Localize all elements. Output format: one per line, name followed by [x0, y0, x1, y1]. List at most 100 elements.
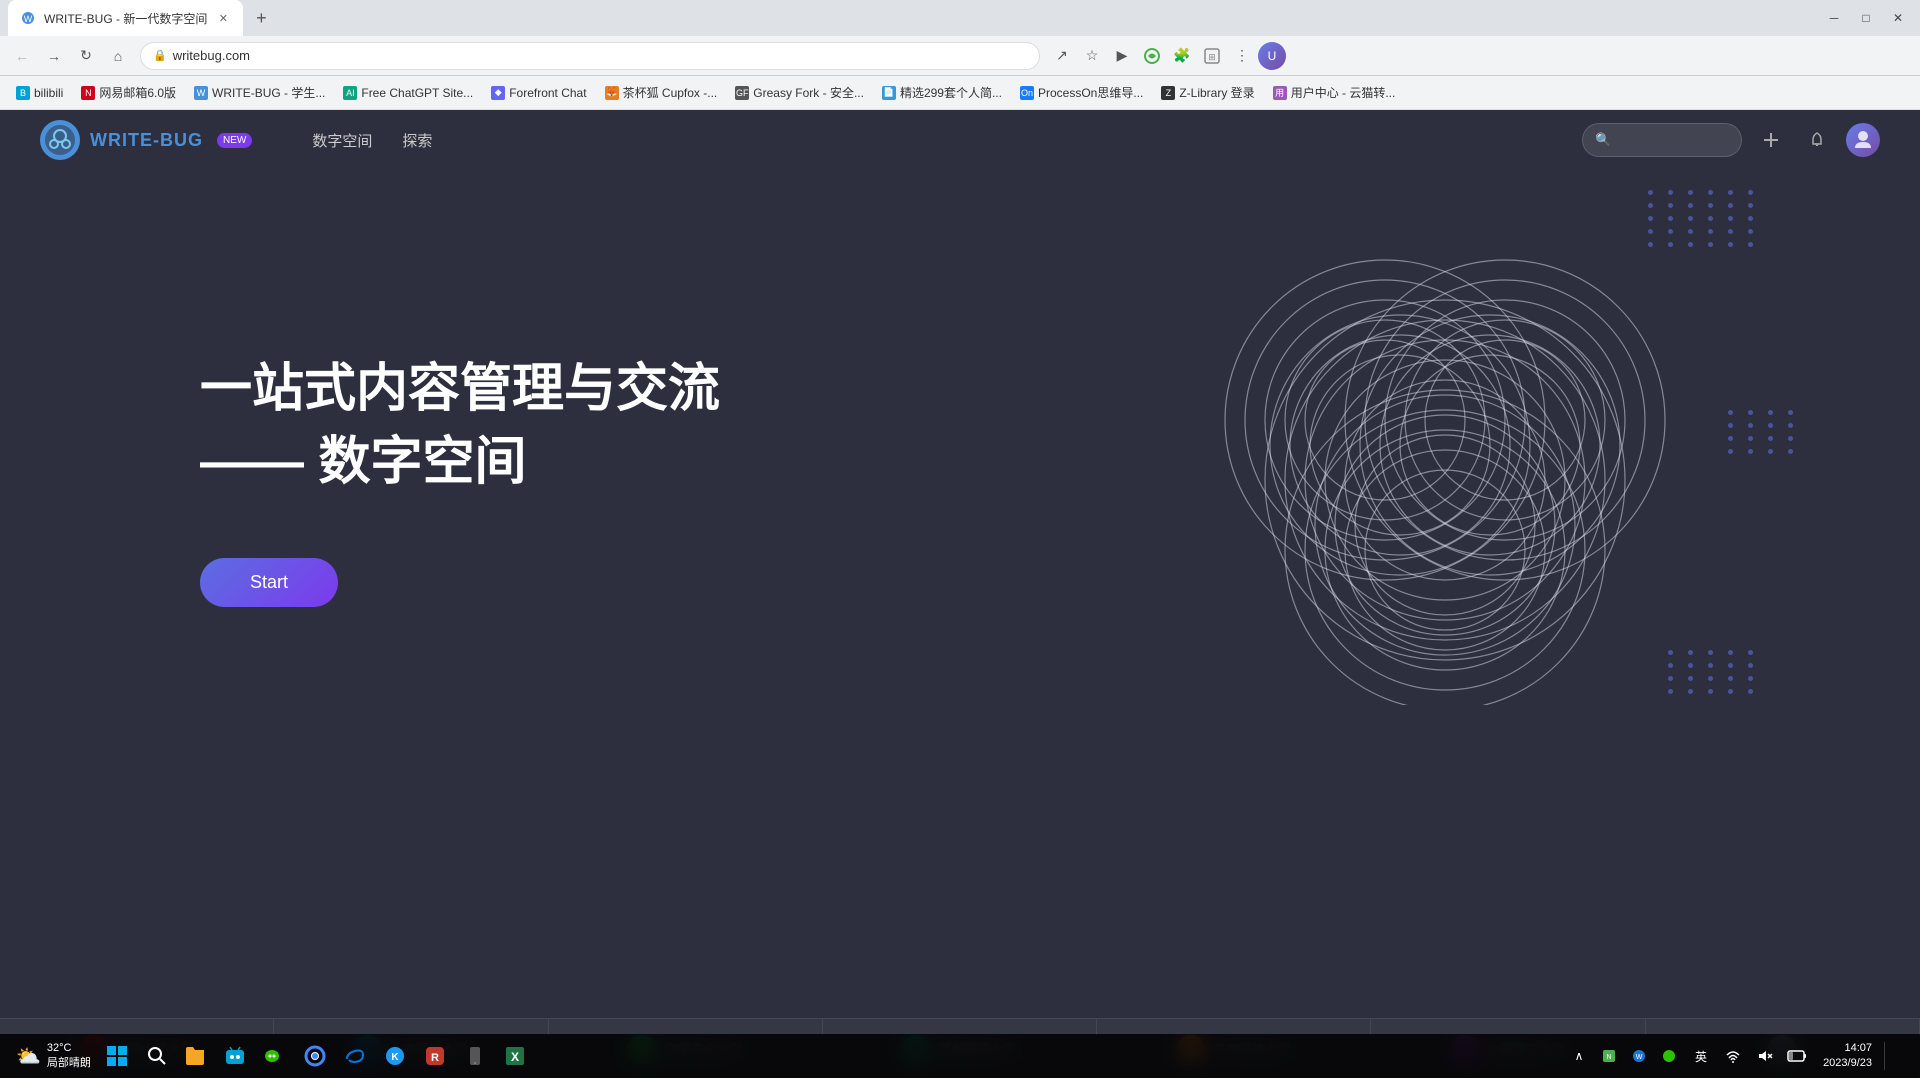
language-indicator[interactable]: 英	[1687, 1042, 1715, 1070]
extension-puzzle-icon[interactable]: 🧩	[1168, 42, 1196, 70]
bookmark-cupfox[interactable]: 🦊 茶杯狐 Cupfox -...	[597, 80, 726, 105]
browser-tab-active[interactable]: W WRITE-BUG - 新一代数字空间 ✕	[8, 0, 243, 36]
reload-button[interactable]: ↻	[72, 42, 100, 70]
address-bar[interactable]: 🔒 writebug.com	[140, 42, 1040, 70]
new-tab-button[interactable]: +	[247, 4, 275, 32]
chatgpt-icon: AI	[343, 86, 357, 100]
search-icon: 🔍	[1595, 132, 1611, 148]
bookmark-writebug[interactable]: W WRITE-BUG - 学生...	[186, 80, 333, 105]
taskbar-right: ∧ N W 英 14:07 2023/9/23	[1565, 1041, 1912, 1072]
dots-middle-right	[1728, 410, 1800, 454]
profile-manage-icon[interactable]: ⊞	[1198, 42, 1226, 70]
weather-widget[interactable]: ⛅ 32°C 局部晴朗	[8, 1041, 99, 1072]
wechat-taskbar-icon[interactable]	[257, 1038, 293, 1074]
excel-taskbar-icon[interactable]: X	[497, 1038, 533, 1074]
bookmark-forefront-label: Forefront Chat	[509, 86, 586, 100]
show-desktop-button[interactable]	[1884, 1042, 1912, 1070]
nav-link-digital-space[interactable]: 数字空间	[312, 130, 372, 151]
hero-text: 一站式内容管理与交流 —— 数字空间 Start	[200, 353, 720, 608]
user-avatar-site[interactable]	[1846, 123, 1880, 157]
edge-taskbar-icon[interactable]	[337, 1038, 373, 1074]
bookmark-forefront[interactable]: ◆ Forefront Chat	[483, 82, 594, 104]
tray-icon-3[interactable]	[1655, 1042, 1683, 1070]
file-manager-icon[interactable]	[177, 1038, 213, 1074]
bookmark-usercenter[interactable]: 用 用户中心 - 云猫转...	[1265, 80, 1404, 105]
netease-icon: N	[81, 86, 95, 100]
site-nav-links: 数字空间 探索	[312, 130, 432, 151]
bookmark-cupfox-label: 茶杯狐 Cupfox -...	[623, 84, 718, 101]
website-content: WRITE-BUG NEW 数字空间 探索 🔍 一站式内容管理与交流	[0, 110, 1920, 1078]
logo-icon	[40, 120, 80, 160]
add-icon[interactable]	[1754, 123, 1788, 157]
bookmark-zlibrary-label: Z-Library 登录	[1179, 84, 1254, 101]
bookmark-chatgpt[interactable]: AI Free ChatGPT Site...	[335, 82, 481, 104]
site-logo[interactable]: WRITE-BUG NEW	[40, 120, 252, 160]
start-button[interactable]: Start	[200, 558, 338, 607]
site-search-box[interactable]: 🔍	[1582, 123, 1742, 157]
phone-taskbar-icon[interactable]	[457, 1038, 493, 1074]
bookmark-processon-label: ProcessOn思维导...	[1038, 84, 1143, 101]
tray-icon-2[interactable]: W	[1625, 1042, 1653, 1070]
hero-graphic	[1220, 230, 1720, 730]
hero-title: 一站式内容管理与交流 —— 数字空间	[200, 353, 720, 499]
notification-icon[interactable]	[1800, 123, 1834, 157]
site-navbar: WRITE-BUG NEW 数字空间 探索 🔍	[0, 110, 1920, 170]
back-button[interactable]: ←	[8, 42, 36, 70]
svg-text:K: K	[391, 1052, 399, 1063]
user-avatar[interactable]: U	[1258, 42, 1286, 70]
taskbar-search[interactable]	[139, 1038, 175, 1074]
vpn-icon[interactable]	[1138, 42, 1166, 70]
chrome-taskbar-icon[interactable]	[297, 1038, 333, 1074]
hero-section: 一站式内容管理与交流 —— 数字空间 Start	[0, 170, 1920, 770]
weather-text: 32°C 局部晴朗	[47, 1041, 91, 1072]
start-button-taskbar[interactable]	[99, 1038, 135, 1074]
bilibili-taskbar-icon[interactable]	[217, 1038, 253, 1074]
volume-icon[interactable]	[1751, 1042, 1779, 1070]
red-app-taskbar-icon[interactable]: R	[417, 1038, 453, 1074]
url-text: writebug.com	[173, 48, 1027, 63]
logo-badge: NEW	[217, 133, 252, 148]
toolbar-actions: ↗ ☆ ▶ 🧩 ⊞ ⋮ U	[1048, 42, 1286, 70]
svg-text:⊞: ⊞	[1208, 52, 1216, 62]
bookmark-processon[interactable]: On ProcessOn思维导...	[1012, 80, 1151, 105]
window-controls: ─ □ ✕	[1820, 4, 1912, 32]
bookmark-zlibrary[interactable]: Z Z-Library 登录	[1153, 80, 1262, 105]
weather-condition: 局部晴朗	[47, 1056, 91, 1071]
processon-icon: On	[1020, 86, 1034, 100]
nav-link-explore[interactable]: 探索	[402, 130, 432, 151]
minimize-button[interactable]: ─	[1820, 4, 1848, 32]
tab-close-button[interactable]: ✕	[215, 10, 231, 26]
taskbar: ⛅ 32°C 局部晴朗	[0, 1034, 1920, 1078]
tray-up-arrow[interactable]: ∧	[1565, 1042, 1593, 1070]
bookmark-star-icon[interactable]: ☆	[1078, 42, 1106, 70]
svg-text:W: W	[24, 14, 33, 24]
wifi-icon[interactable]	[1719, 1042, 1747, 1070]
home-button[interactable]: ⌂	[104, 42, 132, 70]
hero-title-line2: —— 数字空间	[200, 426, 720, 499]
share-icon[interactable]: ↗	[1048, 42, 1076, 70]
lock-icon: 🔒	[153, 49, 167, 62]
cast-icon[interactable]: ▶	[1108, 42, 1136, 70]
bilibili-icon: B	[16, 86, 30, 100]
bookmarks-bar: B bilibili N 网易邮箱6.0版 W WRITE-BUG - 学生..…	[0, 76, 1920, 110]
usercenter-icon: 用	[1273, 86, 1287, 100]
taskbar-clock[interactable]: 14:07 2023/9/23	[1815, 1041, 1880, 1072]
zlibrary-icon: Z	[1161, 86, 1175, 100]
menu-dots-icon[interactable]: ⋮	[1228, 42, 1256, 70]
bookmark-netease[interactable]: N 网易邮箱6.0版	[73, 80, 184, 105]
site-nav-right: 🔍	[1582, 123, 1880, 157]
bookmark-resume[interactable]: 📄 精选299套个人简...	[874, 80, 1010, 105]
svg-text:X: X	[511, 1050, 519, 1064]
maximize-button[interactable]: □	[1852, 4, 1880, 32]
close-button[interactable]: ✕	[1884, 4, 1912, 32]
svg-text:N: N	[1607, 1054, 1612, 1061]
bookmark-bilibili[interactable]: B bilibili	[8, 82, 71, 104]
tray-icon-1[interactable]: N	[1595, 1042, 1623, 1070]
bookmark-chatgpt-label: Free ChatGPT Site...	[361, 86, 473, 100]
kde-taskbar-icon[interactable]: K	[377, 1038, 413, 1074]
forward-button[interactable]: →	[40, 42, 68, 70]
clock-time: 14:07	[1823, 1041, 1872, 1056]
battery-icon[interactable]	[1783, 1042, 1811, 1070]
bookmark-usercenter-label: 用户中心 - 云猫转...	[1291, 84, 1396, 101]
bookmark-greasyfork[interactable]: GF Greasy Fork - 安全...	[727, 80, 872, 105]
